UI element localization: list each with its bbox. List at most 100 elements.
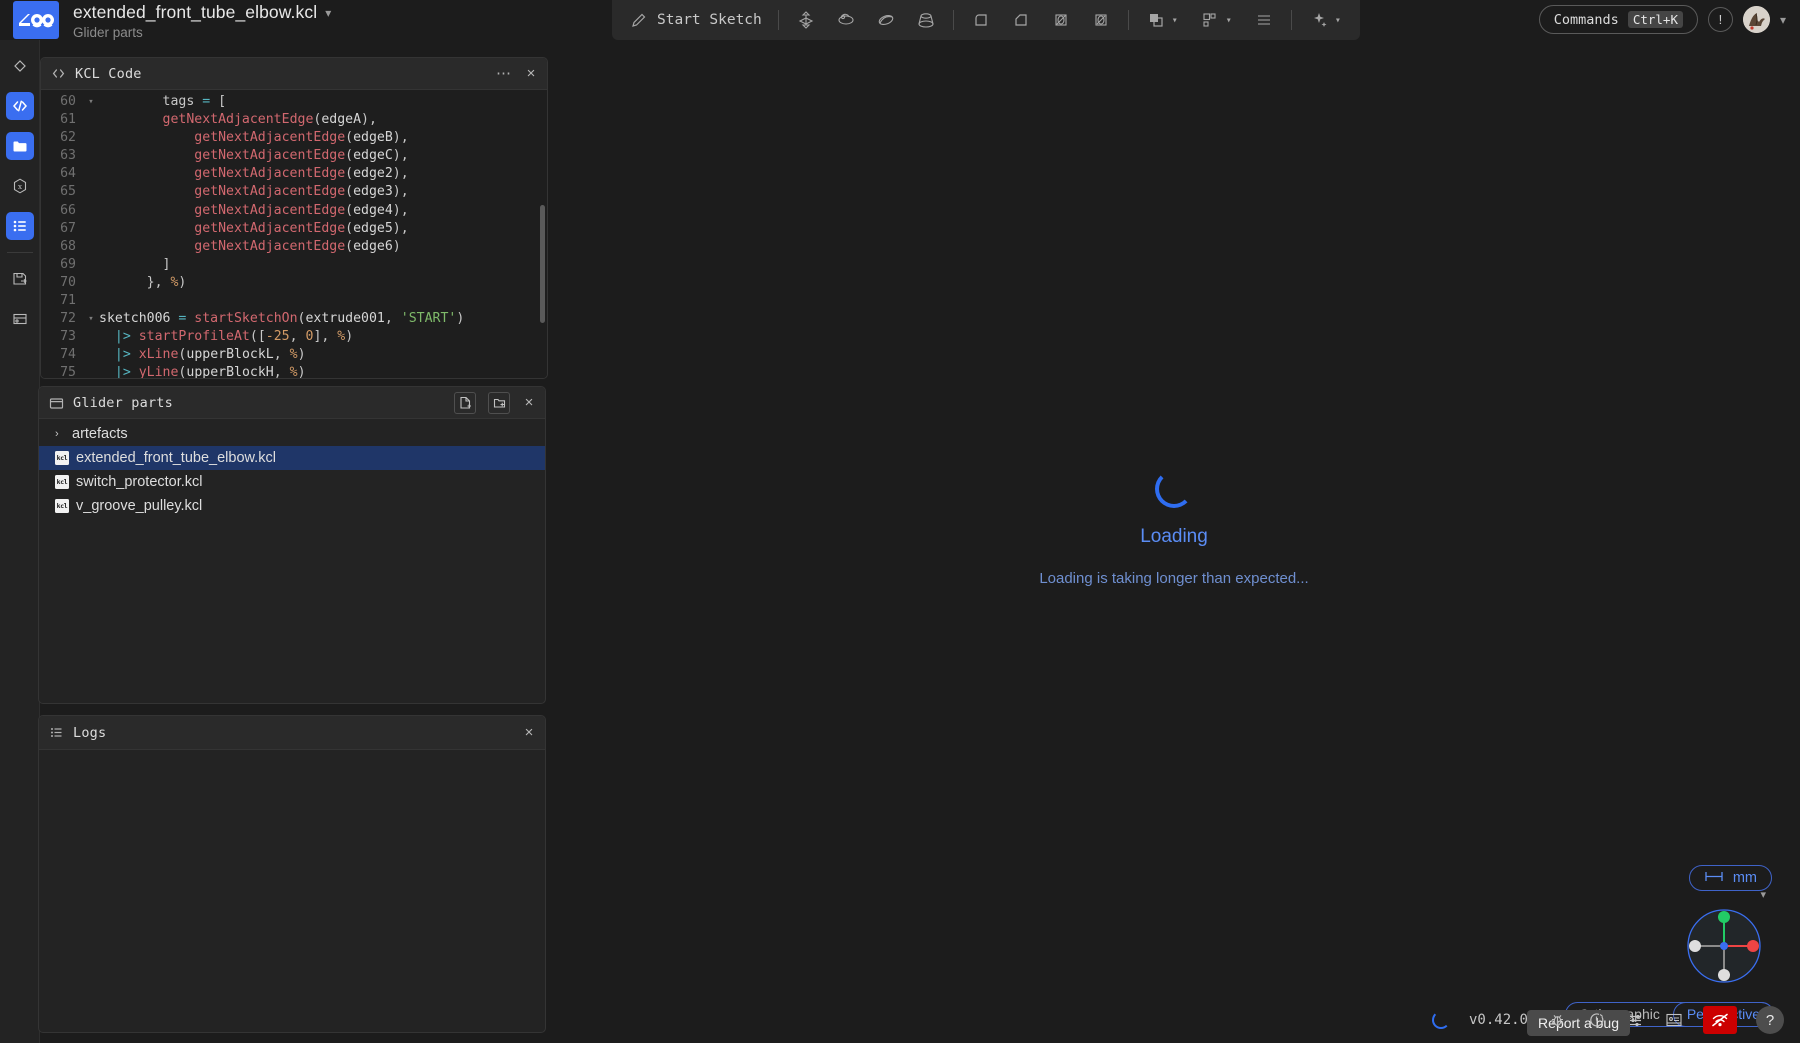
hole-button[interactable] <box>1082 5 1120 35</box>
revolve-icon <box>835 9 857 31</box>
chevron-down-icon[interactable]: ▾ <box>1172 15 1181 26</box>
pattern-button[interactable]: ▾ <box>1191 5 1243 35</box>
code-lines: 60 ▾ tags = [61 getNextAdjacentEdge(edgeA… <box>41 90 547 379</box>
sidebar-item-code[interactable] <box>5 92 34 120</box>
code-text: |> startProfileAt([-25, 0], %) <box>114 329 354 345</box>
sidebar-item-logs[interactable] <box>5 212 34 240</box>
file-tree-file[interactable]: kcl extended_front_tube_elbow.kcl <box>39 446 545 470</box>
shell-button[interactable] <box>1042 5 1080 35</box>
fillet-button[interactable] <box>962 5 1000 35</box>
kcl-code-panel-header: KCL Code ⋯ × <box>41 58 547 90</box>
line-number: 75 <box>60 365 76 379</box>
code-line: 68 getNextAdjacentEdge(edge6) <box>41 238 547 256</box>
file-tree-folder[interactable]: › artefacts <box>39 422 545 446</box>
chevron-down-icon[interactable]: ▾ <box>325 7 331 19</box>
close-icon[interactable]: × <box>524 66 538 81</box>
svg-text:x: x <box>17 182 22 191</box>
kcl-file-icon: kcl <box>55 475 69 489</box>
top-right-controls: Commands Ctrl+K ! ▾ <box>1538 5 1786 34</box>
kcl-code-panel: KCL Code ⋯ × 60 ▾ tags = [61 getNextAdjac… <box>40 57 548 379</box>
chevron-down-icon[interactable]: ▾ <box>1760 888 1766 901</box>
exclamation-icon[interactable]: ! <box>1707 7 1733 32</box>
list-icon <box>48 725 64 741</box>
hole-icon <box>1090 9 1112 31</box>
fold-toggle-icon <box>85 292 97 310</box>
revolve-button[interactable] <box>827 5 865 35</box>
zoo-logo[interactable] <box>13 1 59 39</box>
view-orientation-gizmo[interactable]: ▾ <box>1678 889 1770 992</box>
chamfer-icon <box>1010 9 1032 31</box>
code-text: getNextAdjacentEdge(edge6) <box>194 238 401 254</box>
rail-divider <box>6 252 33 253</box>
start-sketch-label: Start Sketch <box>657 12 762 28</box>
bug-icon[interactable] <box>1547 1010 1567 1030</box>
sidebar-item-files[interactable] <box>5 132 34 160</box>
line-number: 66 <box>60 202 76 218</box>
boolean-button[interactable]: ▾ <box>1137 5 1189 35</box>
chevron-down-icon[interactable]: ▾ <box>1226 15 1235 26</box>
neg-x-axis-handle <box>1689 940 1701 952</box>
line-number: 73 <box>60 329 76 345</box>
extrude-button[interactable] <box>787 5 825 35</box>
line-number: 69 <box>60 256 76 272</box>
sidebar-item-export[interactable] <box>6 265 34 293</box>
close-icon[interactable]: × <box>522 725 536 740</box>
file-tree-item-label: v_groove_pulley.kcl <box>76 498 203 514</box>
code-editor[interactable]: 60 ▾ tags = [61 getNextAdjacentEdge(edgeA… <box>41 90 547 379</box>
help-icon[interactable]: ? <box>1756 1006 1784 1034</box>
pencil-icon <box>628 9 650 31</box>
neg-y-axis-handle <box>1718 969 1730 981</box>
line-number: 61 <box>60 112 76 128</box>
fold-toggle-icon[interactable]: ▾ <box>85 310 97 328</box>
mirror-button[interactable] <box>1245 5 1283 35</box>
start-sketch-button[interactable]: Start Sketch <box>620 5 770 35</box>
chevron-down-icon[interactable]: ▾ <box>1780 14 1786 26</box>
fold-toggle-icon <box>85 238 97 256</box>
file-tree-file[interactable]: kcl switch_protector.kcl <box>39 470 545 494</box>
line-number: 65 <box>60 184 76 200</box>
new-file-icon[interactable] <box>454 391 476 414</box>
settings-sliders-icon[interactable] <box>1625 1010 1645 1030</box>
3d-viewport[interactable]: Loading Loading is taking longer than ex… <box>548 40 1800 1043</box>
shell-icon <box>1050 9 1072 31</box>
mirror-icon <box>1253 9 1275 31</box>
sidebar-item-model[interactable] <box>6 52 34 80</box>
ai-button[interactable]: ▾ <box>1300 5 1352 35</box>
network-panel-icon[interactable] <box>1664 1010 1684 1030</box>
no-connection-icon[interactable] <box>1703 1006 1737 1034</box>
avatar[interactable] <box>1742 6 1770 33</box>
more-options-icon[interactable]: ⋯ <box>496 66 512 81</box>
chamfer-button[interactable] <box>1002 5 1040 35</box>
close-icon[interactable]: × <box>522 395 536 410</box>
logs-panel: Logs × <box>38 715 546 1033</box>
line-number: 68 <box>60 238 76 254</box>
line-number: 71 <box>60 293 76 309</box>
loading-indicator: Loading Loading is taking longer than ex… <box>548 470 1800 587</box>
commands-button[interactable]: Commands Ctrl+K <box>1538 5 1698 34</box>
commands-label: Commands <box>1553 11 1619 28</box>
fold-toggle-icon <box>85 165 97 183</box>
new-folder-icon[interactable] <box>488 391 510 414</box>
sidebar-item-variables[interactable]: x <box>6 172 34 200</box>
file-tree-item-label: extended_front_tube_elbow.kcl <box>76 450 276 466</box>
sweep-button[interactable] <box>867 5 905 35</box>
code-line: 66 getNextAdjacentEdge(edge4), <box>41 202 547 220</box>
chevron-down-icon[interactable]: ▾ <box>1335 15 1344 26</box>
performance-icon[interactable] <box>1586 1010 1606 1030</box>
sidebar-item-debug[interactable] <box>6 305 34 333</box>
chevron-right-icon[interactable]: › <box>55 428 65 440</box>
file-tree-item-label: switch_protector.kcl <box>76 474 203 490</box>
page-title: extended_front_tube_elbow.kcl <box>73 2 318 22</box>
code-scrollbar[interactable] <box>540 205 545 323</box>
fold-toggle-icon[interactable]: ▾ <box>85 93 97 111</box>
kcl-code-panel-title: KCL Code <box>75 65 142 82</box>
line-number: 67 <box>60 220 76 236</box>
units-label: mm <box>1732 870 1757 886</box>
code-line: 72 ▾ sketch006 = startSketchOn(extrude001,… <box>41 310 547 328</box>
fold-toggle-icon <box>85 202 97 220</box>
modeling-toolbar: Start Sketch ▾ ▾ ▾ <box>612 0 1360 40</box>
loft-button[interactable] <box>907 5 945 35</box>
fold-toggle-icon <box>85 328 97 346</box>
file-tree-file[interactable]: kcl v_groove_pulley.kcl <box>39 494 545 518</box>
status-bar: v0.42.0 ? <box>1431 1006 1784 1034</box>
